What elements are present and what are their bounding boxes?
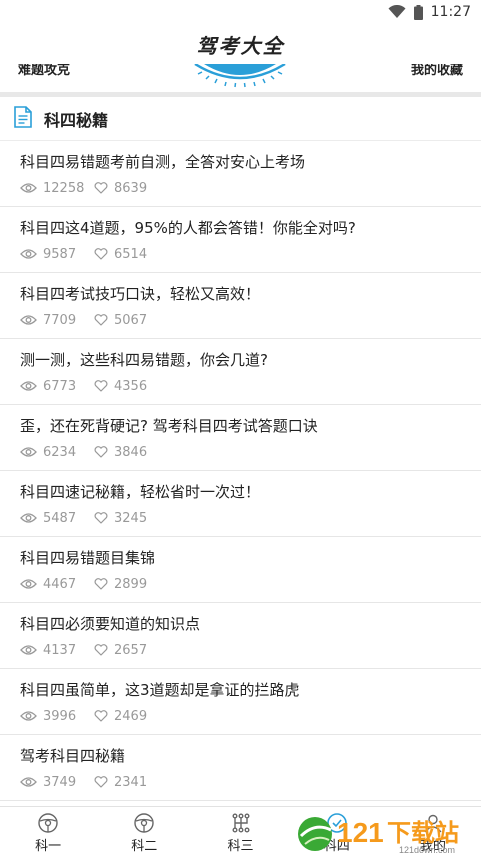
view-count: 4467 <box>20 577 94 592</box>
like-count: 4356 <box>94 379 147 394</box>
eye-icon <box>20 777 37 787</box>
article-title: 歪，还在死背硬记? 驾考科目四考试答题口诀 <box>20 417 318 435</box>
tab-label: 科三 <box>227 839 254 854</box>
app-header: 驾考大全 <box>0 24 481 64</box>
article-title: 驾考科目四秘籍 <box>20 747 126 765</box>
article-meta: 6773 4356 <box>20 378 461 394</box>
eye-icon <box>20 513 37 523</box>
like-count: 3245 <box>94 511 147 526</box>
heart-icon <box>94 710 108 722</box>
eye-icon <box>20 183 37 193</box>
document-icon <box>12 105 34 133</box>
article-meta: 7709 5067 <box>20 312 461 328</box>
heart-icon <box>94 446 108 458</box>
section-header: 科四秘籍 <box>0 97 481 141</box>
view-count: 3749 <box>20 775 94 790</box>
view-count: 4137 <box>20 643 94 658</box>
wifi-icon <box>388 5 406 19</box>
steering-wheel-icon <box>134 813 154 833</box>
heart-icon <box>94 314 108 326</box>
article-meta: 3749 2341 <box>20 774 461 790</box>
steering-wheel-icon <box>38 813 58 833</box>
list-item[interactable]: 科目四易错题考前自测，全答对安心上考场 12258 8639 <box>0 141 481 207</box>
tab-subject-one[interactable]: 科一 <box>0 807 96 855</box>
heart-icon <box>94 380 108 392</box>
view-count: 5487 <box>20 511 94 526</box>
article-title: 科目四速记秘籍，轻松省时一次过！ <box>20 483 261 501</box>
heart-icon <box>94 578 108 590</box>
eye-icon <box>20 315 37 325</box>
watermark-text: 下载站 <box>387 819 459 847</box>
article-list: 科目四易错题考前自测，全答对安心上考场 12258 8639 科目四这4道题，9… <box>0 141 481 801</box>
tab-subject-two[interactable]: 科二 <box>96 807 192 855</box>
list-item[interactable]: 科目四速记秘籍，轻松省时一次过！ 5487 3245 <box>0 471 481 537</box>
watermark-url: 121down.com <box>399 845 455 855</box>
article-title: 科目四易错题目集锦 <box>20 549 156 567</box>
list-item[interactable]: 科目四虽简单，这3道题却是拿证的拦路虎 3996 2469 <box>0 669 481 735</box>
eye-icon <box>20 579 37 589</box>
page-title: 驾考大全 <box>196 33 285 58</box>
like-count: 6514 <box>94 247 147 262</box>
article-meta: 9587 6514 <box>20 246 461 262</box>
article-title: 科目四易错题考前自测，全答对安心上考场 <box>20 153 306 171</box>
like-count: 5067 <box>94 313 147 328</box>
heart-icon <box>94 248 108 260</box>
watermark-logo: 121 下载站 121down.com <box>298 817 459 855</box>
article-title: 测一测，这些科四易错题，你会几道? <box>20 351 268 369</box>
list-item[interactable]: 科目四考试技巧口诀，轻松又高效！ 7709 5067 <box>0 273 481 339</box>
status-time: 11:27 <box>430 4 471 20</box>
list-item[interactable]: 测一测，这些科四易错题，你会几道? 6773 4356 <box>0 339 481 405</box>
like-count: 3846 <box>94 445 147 460</box>
eye-icon <box>20 645 37 655</box>
battery-icon <box>413 4 423 20</box>
list-item[interactable]: 科目四这4道题，95%的人都会答错！你能全对吗? 9587 6514 <box>0 207 481 273</box>
article-title: 科目四虽简单，这3道题却是拿证的拦路虎 <box>20 681 300 699</box>
eye-icon <box>20 381 37 391</box>
heart-icon <box>94 512 108 524</box>
view-count: 7709 <box>20 313 94 328</box>
eye-icon <box>20 447 37 457</box>
list-item[interactable]: 驾考科目四秘籍 3749 2341 <box>0 735 481 801</box>
list-item[interactable]: 科目四必须要知道的知识点 4137 2657 <box>0 603 481 669</box>
view-count: 12258 <box>20 181 94 196</box>
banner-graphic-icon <box>190 64 290 92</box>
tab-subject-three[interactable]: 科三 <box>192 807 288 855</box>
eye-icon <box>20 249 37 259</box>
article-meta: 4137 2657 <box>20 642 461 658</box>
my-favorites-shortcut[interactable]: 我的收藏 <box>411 64 463 78</box>
eye-icon <box>20 711 37 721</box>
article-meta: 4467 2899 <box>20 576 461 592</box>
article-title: 科目四必须要知道的知识点 <box>20 615 201 633</box>
like-count: 8639 <box>94 181 147 196</box>
like-count: 2899 <box>94 577 147 592</box>
article-meta: 3996 2469 <box>20 708 461 724</box>
article-title: 科目四考试技巧口诀，轻松又高效！ <box>20 285 261 303</box>
shortcut-row: 难题攻克 我的收藏 <box>0 64 481 92</box>
section-title: 科四秘籍 <box>44 110 109 130</box>
like-count: 2657 <box>94 643 147 658</box>
article-meta: 12258 8639 <box>20 180 461 196</box>
status-bar: 11:27 <box>0 0 481 24</box>
like-count: 2469 <box>94 709 147 724</box>
list-item[interactable]: 歪，还在死背硬记? 驾考科目四考试答题口诀 6234 3846 <box>0 405 481 471</box>
gear-shift-icon <box>232 813 249 833</box>
heart-icon <box>94 776 108 788</box>
heart-icon <box>94 644 108 656</box>
article-meta: 6234 3846 <box>20 444 461 460</box>
tab-label: 科一 <box>35 839 62 854</box>
article-meta: 5487 3245 <box>20 510 461 526</box>
tab-label: 科二 <box>131 839 158 854</box>
view-count: 6773 <box>20 379 94 394</box>
heart-icon <box>94 182 108 194</box>
like-count: 2341 <box>94 775 147 790</box>
view-count: 6234 <box>20 445 94 460</box>
watermark-number: 121 <box>337 817 384 848</box>
hard-questions-shortcut[interactable]: 难题攻克 <box>18 64 70 78</box>
list-item[interactable]: 科目四易错题目集锦 4467 2899 <box>0 537 481 603</box>
article-title: 科目四这4道题，95%的人都会答错！你能全对吗? <box>20 219 356 237</box>
view-count: 9587 <box>20 247 94 262</box>
view-count: 3996 <box>20 709 94 724</box>
